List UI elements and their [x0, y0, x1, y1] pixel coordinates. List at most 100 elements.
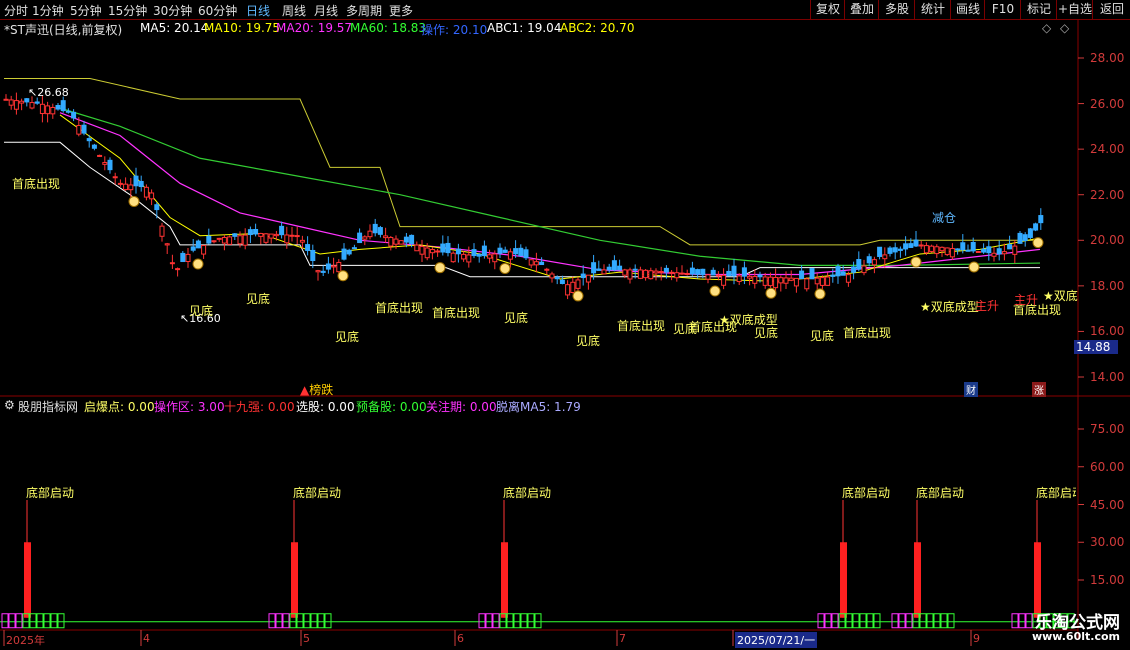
- ma60-line: [59, 107, 1041, 266]
- signal-label: 首底出现: [843, 326, 892, 340]
- candle-body: [513, 248, 519, 255]
- signal-label: 首底出现: [432, 306, 481, 320]
- candle-body: [648, 270, 654, 280]
- candle-body: [487, 254, 493, 259]
- candle-body: [3, 98, 9, 101]
- candle-body: [825, 276, 831, 286]
- candle-body: [1017, 232, 1023, 244]
- candle-body: [830, 274, 836, 277]
- zone-box: [324, 613, 332, 629]
- zone-box: [275, 613, 283, 629]
- toolbar-button-3[interactable]: 统计: [914, 0, 951, 19]
- main-rise-label: 主升: [1014, 293, 1039, 307]
- timeframe-tab-3[interactable]: 15分钟: [108, 2, 147, 19]
- money-bag-icon: [910, 256, 922, 268]
- toolbar-button-0[interactable]: 复权: [810, 0, 845, 19]
- candle-body: [273, 233, 279, 237]
- zone-box: [29, 613, 37, 629]
- timeframe-tab-8[interactable]: 月线: [314, 2, 338, 19]
- candle-body: [856, 259, 862, 270]
- candle-body: [403, 236, 409, 243]
- signal-label: 见底: [335, 330, 360, 344]
- zone-box: [50, 613, 58, 629]
- candle-body: [1001, 251, 1007, 255]
- y-tick-main-0: 28.00: [1090, 51, 1125, 65]
- signal-bar: [291, 542, 298, 618]
- candle-body: [762, 276, 768, 286]
- timeframe-tab-1[interactable]: 1分钟: [32, 2, 64, 19]
- candle-body: [1022, 234, 1028, 242]
- money-bag-icon: [709, 285, 721, 297]
- candle-body: [975, 250, 981, 253]
- candle-body: [429, 249, 435, 254]
- candle-body: [445, 242, 451, 254]
- candle-body: [1027, 228, 1033, 238]
- sub-settings-icon[interactable]: ⚙: [4, 398, 15, 412]
- toolbar-button-6[interactable]: 标记: [1020, 0, 1057, 19]
- candle-body: [913, 239, 919, 247]
- candle-body: [206, 235, 212, 244]
- period-toolbar: 分时 1分钟 5分钟 15分钟 30分钟 60分钟 日线 周线 月线 多周期 更多 复权 叠加 多股 统计…: [0, 0, 1130, 20]
- zone-box: [933, 613, 941, 629]
- candle-body: [580, 273, 586, 279]
- timeframe-tab-2[interactable]: 5分钟: [70, 2, 102, 19]
- candle-body: [117, 182, 123, 185]
- candle-body: [81, 124, 87, 134]
- candle-body: [715, 274, 721, 277]
- y-tick-main-3: 22.00: [1090, 187, 1125, 202]
- toolbar-button-5[interactable]: F10: [984, 0, 1021, 19]
- candle-body: [253, 229, 259, 235]
- candle-body: [591, 262, 597, 274]
- date-label-2: 5: [303, 632, 310, 645]
- double-bottom-label: ★双底成型: [719, 313, 778, 327]
- zone-box: [43, 613, 51, 629]
- timeframe-tab-4[interactable]: 30分钟: [153, 2, 192, 19]
- candle-body: [663, 267, 669, 273]
- candle-body: [388, 236, 394, 247]
- candle-body: [747, 275, 753, 279]
- candle-body: [559, 279, 565, 284]
- candle-body: [351, 247, 357, 250]
- diamond-icon[interactable]: ◇: [1042, 21, 1051, 35]
- candle-body: [752, 276, 758, 284]
- toolbar-button-7[interactable]: +自选: [1056, 0, 1093, 19]
- timeframe-tab-9[interactable]: 多周期: [346, 2, 382, 19]
- timeframe-tab-10[interactable]: 更多: [389, 2, 413, 19]
- timeframe-tab-6[interactable]: 日线: [246, 2, 270, 19]
- timeframe-tab-7[interactable]: 周线: [282, 2, 306, 19]
- candle-body: [24, 98, 30, 103]
- candle-body: [804, 278, 810, 290]
- ma20-line: [59, 112, 1041, 276]
- candle-body: [684, 272, 690, 275]
- cai-badge[interactable]: 财: [964, 382, 978, 397]
- date-label-4: 7: [619, 632, 626, 645]
- candle-body: [596, 268, 602, 271]
- candle-body: [897, 248, 903, 251]
- timeframe-tab-5[interactable]: 60分钟: [198, 2, 237, 19]
- signal-bar: [914, 542, 921, 618]
- main-indicator-2: MA20: 19.57: [276, 21, 353, 35]
- candle-body: [341, 248, 347, 260]
- toolbar-button-4[interactable]: 画线: [950, 0, 985, 19]
- candle-body: [773, 276, 779, 289]
- zone-box: [282, 613, 290, 629]
- settings-diamond-icon[interactable]: ◇: [1060, 21, 1069, 35]
- candle-body: [695, 269, 701, 275]
- money-bag-icon: [765, 287, 777, 299]
- toolbar-button-8[interactable]: 返回: [1092, 0, 1130, 19]
- candle-body: [518, 247, 524, 257]
- candle-body: [705, 274, 711, 280]
- y-tick-main-7: 14.00: [1090, 370, 1125, 384]
- main-indicator-1: MA10: 19.75: [204, 21, 281, 35]
- candle-body: [726, 270, 732, 277]
- toolbar-button-1[interactable]: 叠加: [844, 0, 879, 19]
- timeframe-tab-0[interactable]: 分时: [4, 2, 28, 19]
- zone-box: [852, 613, 860, 629]
- money-bag-icon: [814, 288, 826, 300]
- toolbar-button-2[interactable]: 多股: [878, 0, 915, 19]
- zhang-badge[interactable]: 涨: [1032, 382, 1046, 397]
- candle-body: [627, 269, 633, 280]
- candle-body: [674, 272, 680, 279]
- candle-body: [242, 234, 248, 246]
- date-label-6: 9: [973, 632, 980, 645]
